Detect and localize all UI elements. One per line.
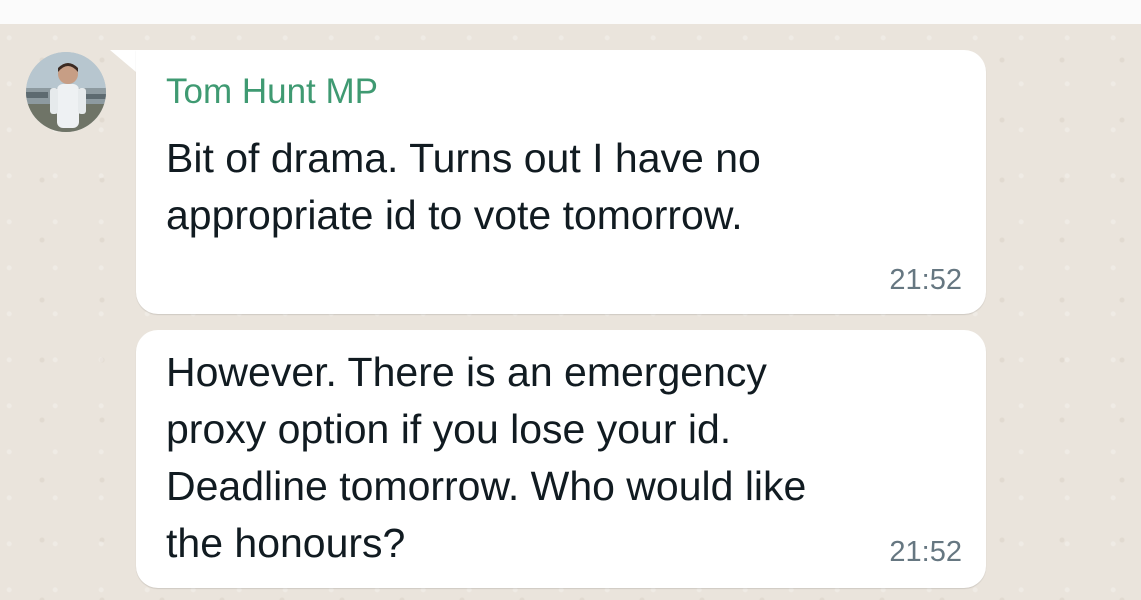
sender-name[interactable]: Tom Hunt MP <box>166 72 378 112</box>
sender-avatar[interactable] <box>26 52 106 132</box>
message-timestamp: 21:52 <box>889 264 962 296</box>
bubble-tail <box>110 50 136 72</box>
message-bubble[interactable]: Tom Hunt MP Bit of drama. Turns out I ha… <box>136 50 986 314</box>
message-text: Bit of drama. Turns out I have no approp… <box>166 135 761 238</box>
top-bar-strip <box>0 0 1141 24</box>
message-bubble[interactable]: However. There is an emergency proxy opt… <box>136 330 986 588</box>
message-timestamp: 21:52 <box>889 536 962 568</box>
avatar-photo-icon <box>26 52 106 132</box>
message-text: However. There is an emergency proxy opt… <box>166 349 807 566</box>
